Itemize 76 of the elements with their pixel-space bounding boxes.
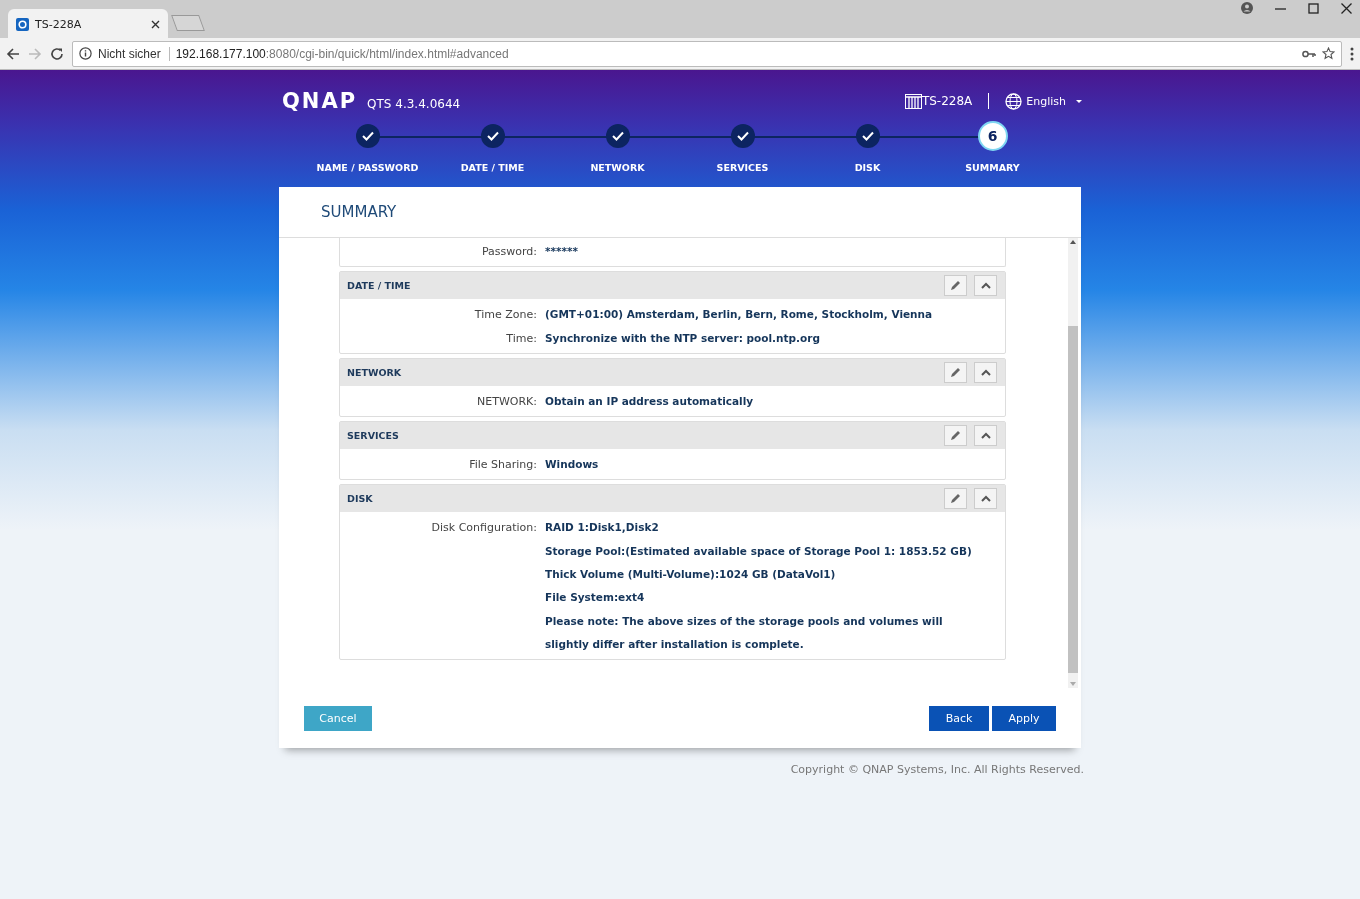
check-icon <box>861 131 874 141</box>
collapse-button[interactable] <box>974 425 997 447</box>
panel-title: SUMMARY <box>321 203 397 221</box>
collapse-button[interactable] <box>974 361 997 383</box>
scrollbar[interactable] <box>1068 238 1078 688</box>
edit-button[interactable] <box>944 361 967 383</box>
device-name: TS-228A <box>921 94 973 108</box>
apply-button[interactable]: Apply <box>992 705 1056 731</box>
tab-title: TS-228A <box>35 17 83 31</box>
field-value: File System:ext4 <box>545 590 646 606</box>
back-button[interactable]: Back <box>929 705 989 731</box>
check-icon <box>611 131 624 141</box>
collapse-button[interactable] <box>974 488 997 510</box>
field-label: Password: <box>480 244 537 260</box>
field-value: Please note: The above sizes of the storage pools and volumes will slightly differ after installation is complete. <box>545 613 944 652</box>
close-icon[interactable] <box>1341 2 1352 14</box>
version-label: QTS 4.3.4.0644 <box>367 97 461 111</box>
language-selector[interactable]: English <box>1005 92 1084 110</box>
tab-favicon-icon <box>16 17 29 31</box>
field-label: Time: <box>505 330 537 347</box>
step-label: SUMMARY <box>965 162 1020 173</box>
globe-icon <box>1005 92 1023 110</box>
url-text: 192.168.177.100:8080/cgi-bin/quick/html/index.html#advanced <box>175 46 509 61</box>
section-title: SERVICES <box>347 430 400 442</box>
close-icon[interactable] <box>151 19 160 29</box>
security-label: Nicht sicher <box>98 46 170 61</box>
step-label: DISK <box>854 162 881 173</box>
step-label: DATE / TIME <box>460 162 525 173</box>
address-bar[interactable]: Nicht sicher 192.168.177.100:8080/cgi-bin/quick/html/index.html#advanced <box>72 40 1342 67</box>
field-value: (GMT+01:00) Amsterdam, Berlin, Bern, Rome, Stockholm, Vienna <box>545 307 934 323</box>
field-value: Synchronize with the NTP server: pool.ntp.org <box>545 330 821 346</box>
field-label: NETWORK: <box>476 393 537 410</box>
info-icon[interactable] <box>79 47 92 60</box>
pencil-icon <box>950 366 961 378</box>
field-value: ****** <box>545 244 579 259</box>
section-title: DISK <box>347 493 374 505</box>
field-label: File Sharing: <box>468 457 537 474</box>
step-label: NETWORK <box>590 162 645 173</box>
field-label: Disk Configuration: <box>430 520 537 537</box>
maximize-icon[interactable] <box>1308 2 1319 14</box>
browser-tab[interactable]: TS-228A <box>8 9 168 39</box>
chevron-up-icon <box>980 282 991 290</box>
field-value: RAID 1:Disk1,Disk2 <box>545 520 660 536</box>
chevron-up-icon <box>980 432 991 440</box>
section-title: NETWORK <box>347 366 403 378</box>
reload-icon[interactable] <box>50 46 64 61</box>
check-icon <box>361 131 374 141</box>
pencil-icon <box>950 430 961 442</box>
check-icon <box>736 131 749 141</box>
chevron-up-icon <box>980 495 991 503</box>
step-label: SERVICES <box>716 162 769 173</box>
field-label: Time Zone: <box>473 307 537 324</box>
field-value: Windows <box>545 457 600 473</box>
check-icon <box>486 131 499 141</box>
menu-icon[interactable] <box>1350 46 1354 61</box>
collapse-button[interactable] <box>974 275 997 297</box>
edit-button[interactable] <box>944 425 967 447</box>
key-icon[interactable] <box>1302 48 1316 59</box>
edit-button[interactable] <box>944 488 967 510</box>
field-value: Storage Pool:(Estimated available space of Storage Pool 1: 1853.52 GB) <box>545 543 973 559</box>
edit-button[interactable] <box>944 275 967 297</box>
chevron-up-icon <box>980 368 991 376</box>
back-arrow-icon[interactable] <box>6 46 20 61</box>
field-value: Obtain an IP address automatically <box>545 393 755 409</box>
star-icon[interactable] <box>1322 47 1335 60</box>
field-value: Thick Volume (Multi-Volume):1024 GB (DataVol1) <box>545 567 837 583</box>
server-icon <box>904 93 922 109</box>
scroll-up-icon[interactable] <box>1069 238 1077 246</box>
pencil-icon <box>950 280 961 292</box>
section-title: DATE / TIME <box>347 280 412 292</box>
profile-icon[interactable] <box>1241 2 1253 14</box>
copyright-text: Copyright © QNAP Systems, Inc. All Rights Reserved. <box>790 763 1084 776</box>
logo: QNAP <box>282 89 358 113</box>
pencil-icon <box>950 493 961 505</box>
step-current-marker: 6 <box>977 121 1008 151</box>
step-label: NAME / PASSWORD <box>316 162 419 173</box>
